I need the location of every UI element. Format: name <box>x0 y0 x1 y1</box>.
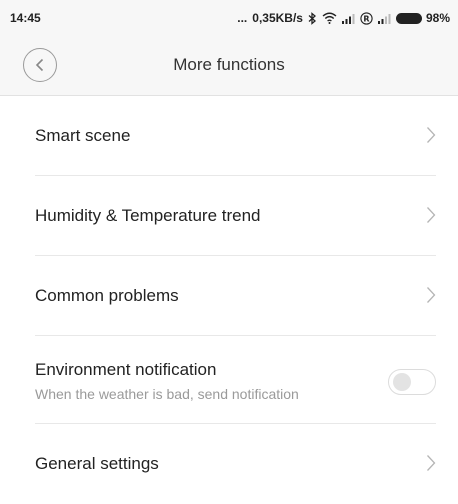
battery-percent: 98% <box>425 11 450 25</box>
chevron-right-icon <box>427 287 436 303</box>
signal-icon <box>377 13 391 24</box>
menu-item-humidity-temperature-trend[interactable]: Humidity & Temperature trend <box>35 176 436 256</box>
menu-item-label: Humidity & Temperature trend <box>35 206 261 225</box>
status-time: 14:45 <box>10 11 41 25</box>
environment-notification-subtitle: When the weather is bad, send notificati… <box>35 386 299 402</box>
back-chevron-icon <box>35 58 44 72</box>
settings-list: Smart scene Humidity & Temperature trend… <box>0 96 458 504</box>
menu-item-label: Smart scene <box>35 126 131 145</box>
menu-item-label: General settings <box>35 454 159 473</box>
menu-item-common-problems[interactable]: Common problems <box>35 256 436 336</box>
page-title: More functions <box>173 55 285 74</box>
battery-icon: 98% <box>395 11 450 25</box>
chevron-right-icon <box>427 127 436 143</box>
roaming-icon: R <box>360 11 373 25</box>
toggle-knob <box>393 373 411 391</box>
environment-notification-title: Environment notification <box>35 360 217 379</box>
svg-text:R: R <box>363 14 369 23</box>
network-speed: 0,35KB/s <box>252 11 303 25</box>
status-icons: ... 0,35KB/s R 98% <box>237 11 450 25</box>
menu-item-general-settings[interactable]: General settings <box>35 424 436 504</box>
signal-icon <box>341 13 355 24</box>
header: More functions <box>0 36 458 96</box>
menu-item-smart-scene[interactable]: Smart scene <box>35 96 436 176</box>
battery-body <box>395 12 422 24</box>
wifi-icon <box>322 12 337 24</box>
environment-notification-toggle[interactable] <box>388 369 436 395</box>
bluetooth-icon <box>308 11 317 25</box>
status-dots: ... <box>237 11 248 25</box>
status-bar: 14:45 ... 0,35KB/s R 98% <box>0 0 458 36</box>
chevron-right-icon <box>427 207 436 223</box>
menu-item-label: Common problems <box>35 286 179 305</box>
chevron-right-icon <box>427 455 436 471</box>
back-button[interactable] <box>23 48 57 82</box>
environment-notification-row: Environment notification When the weathe… <box>35 336 436 424</box>
